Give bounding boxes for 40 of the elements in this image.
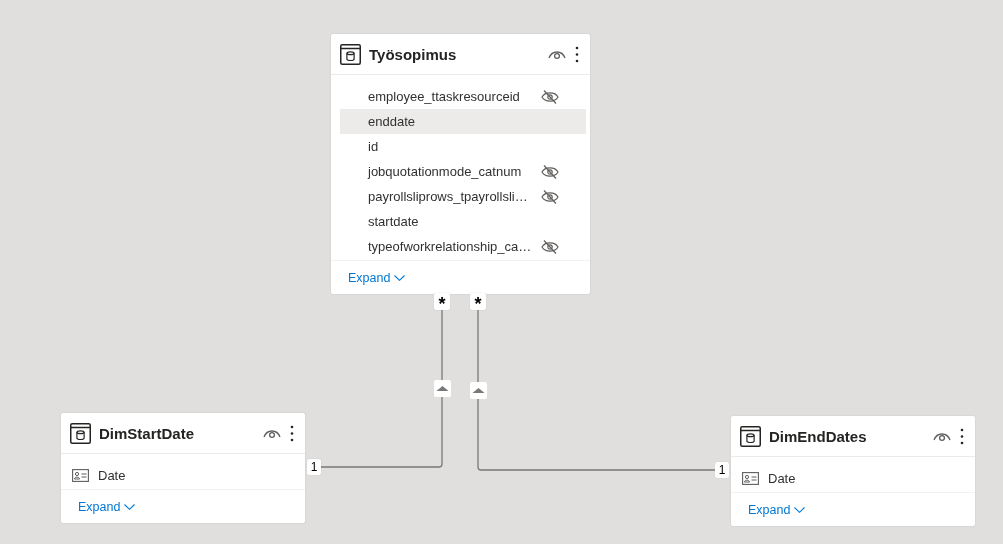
column-row[interactable]: Date [740, 466, 971, 491]
id-card-icon [72, 469, 89, 482]
column-row[interactable]: jobquotationmode_catnum [340, 159, 586, 184]
expand-button[interactable]: Expand [78, 499, 136, 514]
id-card-icon [742, 472, 759, 485]
eye-icon[interactable] [548, 48, 566, 60]
table-title: Työsopimus [369, 45, 458, 63]
column-row[interactable]: employee_ttaskresourceid [340, 84, 586, 109]
chevron-down-icon [794, 506, 806, 513]
eye-icon[interactable] [933, 430, 951, 442]
eye-off-icon[interactable] [541, 89, 559, 104]
table-card[interactable]: DimEndDates Date Expand [731, 416, 975, 526]
column-row[interactable]: typeofworkrelationship_ca… [340, 234, 586, 259]
table-card[interactable]: DimStartDate Date Expand [61, 413, 305, 523]
eye-off-icon[interactable] [541, 239, 559, 254]
table-icon [70, 422, 91, 444]
column-row[interactable]: id [340, 134, 586, 159]
table-icon [740, 425, 761, 447]
column-row[interactable]: startdate [340, 209, 586, 234]
cardinality-label: * [470, 293, 486, 310]
table-title: DimEndDates [769, 427, 868, 445]
more-options-icon[interactable] [960, 427, 964, 445]
eye-off-icon[interactable] [541, 164, 559, 179]
column-row[interactable]: payrollsliprows_tpayrollsli… [340, 184, 586, 209]
table-icon [340, 43, 361, 65]
column-row[interactable]: enddate [340, 109, 586, 134]
cardinality-label: * [434, 293, 450, 310]
column-row[interactable]: Date [70, 463, 301, 488]
cardinality-label: 1 [715, 462, 729, 478]
chevron-down-icon [124, 503, 136, 510]
cardinality-label: 1 [307, 459, 321, 475]
eye-icon[interactable] [263, 427, 281, 439]
more-options-icon[interactable] [575, 45, 579, 63]
table-title: DimStartDate [99, 424, 196, 442]
expand-button[interactable]: Expand [748, 502, 806, 517]
table-card[interactable]: Työsopimus employee_ttaskresourceid enddate id jobquotationmode_catnum payrollsliprows_tpayrollsli… startdate typeofworkrelationship_ca… Expand [331, 34, 590, 294]
eye-off-icon[interactable] [541, 189, 559, 204]
expand-button[interactable]: Expand [348, 270, 406, 285]
more-options-icon[interactable] [290, 424, 294, 442]
chevron-down-icon [394, 274, 406, 281]
